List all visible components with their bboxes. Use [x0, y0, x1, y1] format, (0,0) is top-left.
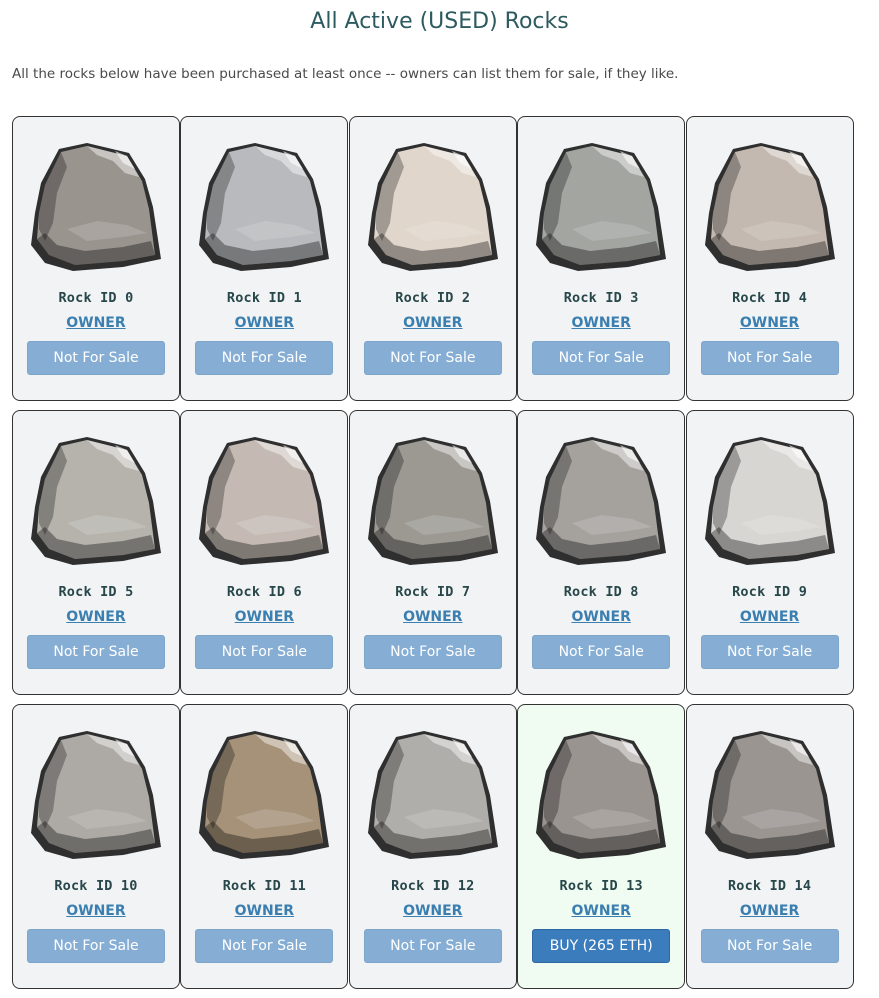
rock-id-label: Rock ID 13 [559, 878, 643, 894]
page-title: All Active (USED) Rocks [310, 9, 569, 34]
rock-id-label: Rock ID 10 [54, 878, 138, 894]
rock-id-label: Rock ID 6 [226, 584, 302, 600]
rock-card: Rock ID 8 OWNER Not For Sale [517, 410, 686, 695]
rock-id-label: Rock ID 3 [563, 290, 639, 306]
rock-card: Rock ID 10 OWNER Not For Sale [12, 704, 180, 989]
rock-grid: Rock ID 0 OWNER Not For Sale Rock ID 1 OWNER… [12, 116, 854, 998]
rock-card: Rock ID 13 OWNER BUY (265 ETH) [517, 704, 686, 989]
not-for-sale-button[interactable]: Not For Sale [532, 635, 671, 669]
owner-link[interactable]: OWNER [350, 609, 516, 625]
owner-link[interactable]: OWNER [181, 903, 347, 919]
owner-link[interactable]: OWNER [13, 609, 179, 625]
not-for-sale-button[interactable]: Not For Sale [532, 341, 671, 375]
owner-link[interactable]: OWNER [518, 315, 684, 331]
rock-image [704, 731, 835, 859]
rock-card: Rock ID 11 OWNER Not For Sale [180, 704, 349, 989]
not-for-sale-button[interactable]: Not For Sale [27, 929, 165, 963]
rock-id-label: Rock ID 1 [226, 290, 302, 306]
rock-id-label: Rock ID 9 [732, 584, 808, 600]
rock-image [199, 437, 330, 565]
owner-link[interactable]: OWNER [181, 315, 347, 331]
rock-id-label: Rock ID 8 [563, 584, 639, 600]
owner-link[interactable]: OWNER [350, 903, 516, 919]
rock-image [31, 731, 161, 859]
rock-id-label: Rock ID 12 [391, 878, 475, 894]
not-for-sale-button[interactable]: Not For Sale [700, 635, 839, 669]
rock-image [367, 437, 498, 565]
rock-card: Rock ID 5 OWNER Not For Sale [12, 410, 180, 695]
rock-image [536, 143, 667, 271]
rock-image [536, 731, 667, 859]
owner-link[interactable]: OWNER [181, 609, 347, 625]
rock-id-label: Rock ID 14 [727, 878, 812, 894]
rock-card: Rock ID 3 OWNER Not For Sale [517, 116, 686, 401]
not-for-sale-button[interactable]: Not For Sale [363, 929, 502, 963]
rock-image [536, 437, 667, 565]
rock-card: Rock ID 2 OWNER Not For Sale [348, 116, 517, 401]
rock-card: Rock ID 6 OWNER Not For Sale [180, 410, 349, 695]
rock-image [704, 143, 835, 271]
owner-link[interactable]: OWNER [687, 903, 853, 919]
rock-card: Rock ID 12 OWNER Not For Sale [348, 704, 517, 989]
rock-card: Rock ID 0 OWNER Not For Sale [12, 116, 180, 401]
not-for-sale-button[interactable]: Not For Sale [195, 341, 334, 375]
not-for-sale-button[interactable]: Not For Sale [195, 635, 334, 669]
rock-image [367, 143, 498, 271]
owner-link[interactable]: OWNER [13, 315, 179, 331]
page-intro: All the rocks below have been purchased … [12, 66, 679, 82]
rock-row: Rock ID 0 OWNER Not For Sale Rock ID 1 OWNER… [12, 116, 854, 401]
rock-image [704, 437, 835, 565]
rock-image [367, 731, 498, 859]
rock-id-label: Rock ID 7 [395, 584, 471, 600]
not-for-sale-button[interactable]: Not For Sale [363, 341, 502, 375]
rock-image [31, 437, 161, 565]
rock-id-label: Rock ID 11 [222, 878, 306, 894]
not-for-sale-button[interactable]: Not For Sale [195, 929, 334, 963]
not-for-sale-button[interactable]: Not For Sale [27, 341, 165, 375]
rock-id-label: Rock ID 0 [58, 290, 134, 306]
owner-link[interactable]: OWNER [350, 315, 516, 331]
rock-card: Rock ID 4 OWNER Not For Sale [685, 116, 854, 401]
not-for-sale-button[interactable]: Not For Sale [27, 635, 165, 669]
rock-id-label: Rock ID 4 [732, 290, 808, 306]
rock-row: Rock ID 10 OWNER Not For Sale Rock ID 11 OWN… [12, 704, 854, 989]
rock-card: Rock ID 1 OWNER Not For Sale [180, 116, 349, 401]
rock-card: Rock ID 9 OWNER Not For Sale [685, 410, 854, 695]
rock-card: Rock ID 14 OWNER Not For Sale [685, 704, 854, 989]
rock-row: Rock ID 5 OWNER Not For Sale Rock ID 6 OWNER… [12, 410, 854, 695]
owner-link[interactable]: OWNER [518, 903, 684, 919]
owner-link[interactable]: OWNER [13, 903, 179, 919]
not-for-sale-button[interactable]: Not For Sale [700, 929, 839, 963]
rock-image [199, 731, 330, 859]
buy-button[interactable]: BUY (265 ETH) [532, 929, 671, 963]
owner-link[interactable]: OWNER [687, 609, 853, 625]
rock-image [31, 143, 161, 271]
not-for-sale-button[interactable]: Not For Sale [700, 341, 839, 375]
rock-id-label: Rock ID 5 [58, 584, 134, 600]
owner-link[interactable]: OWNER [518, 609, 684, 625]
rock-image [199, 143, 330, 271]
owner-link[interactable]: OWNER [687, 315, 853, 331]
rock-card: Rock ID 7 OWNER Not For Sale [348, 410, 517, 695]
not-for-sale-button[interactable]: Not For Sale [363, 635, 502, 669]
rock-id-label: Rock ID 2 [395, 290, 471, 306]
